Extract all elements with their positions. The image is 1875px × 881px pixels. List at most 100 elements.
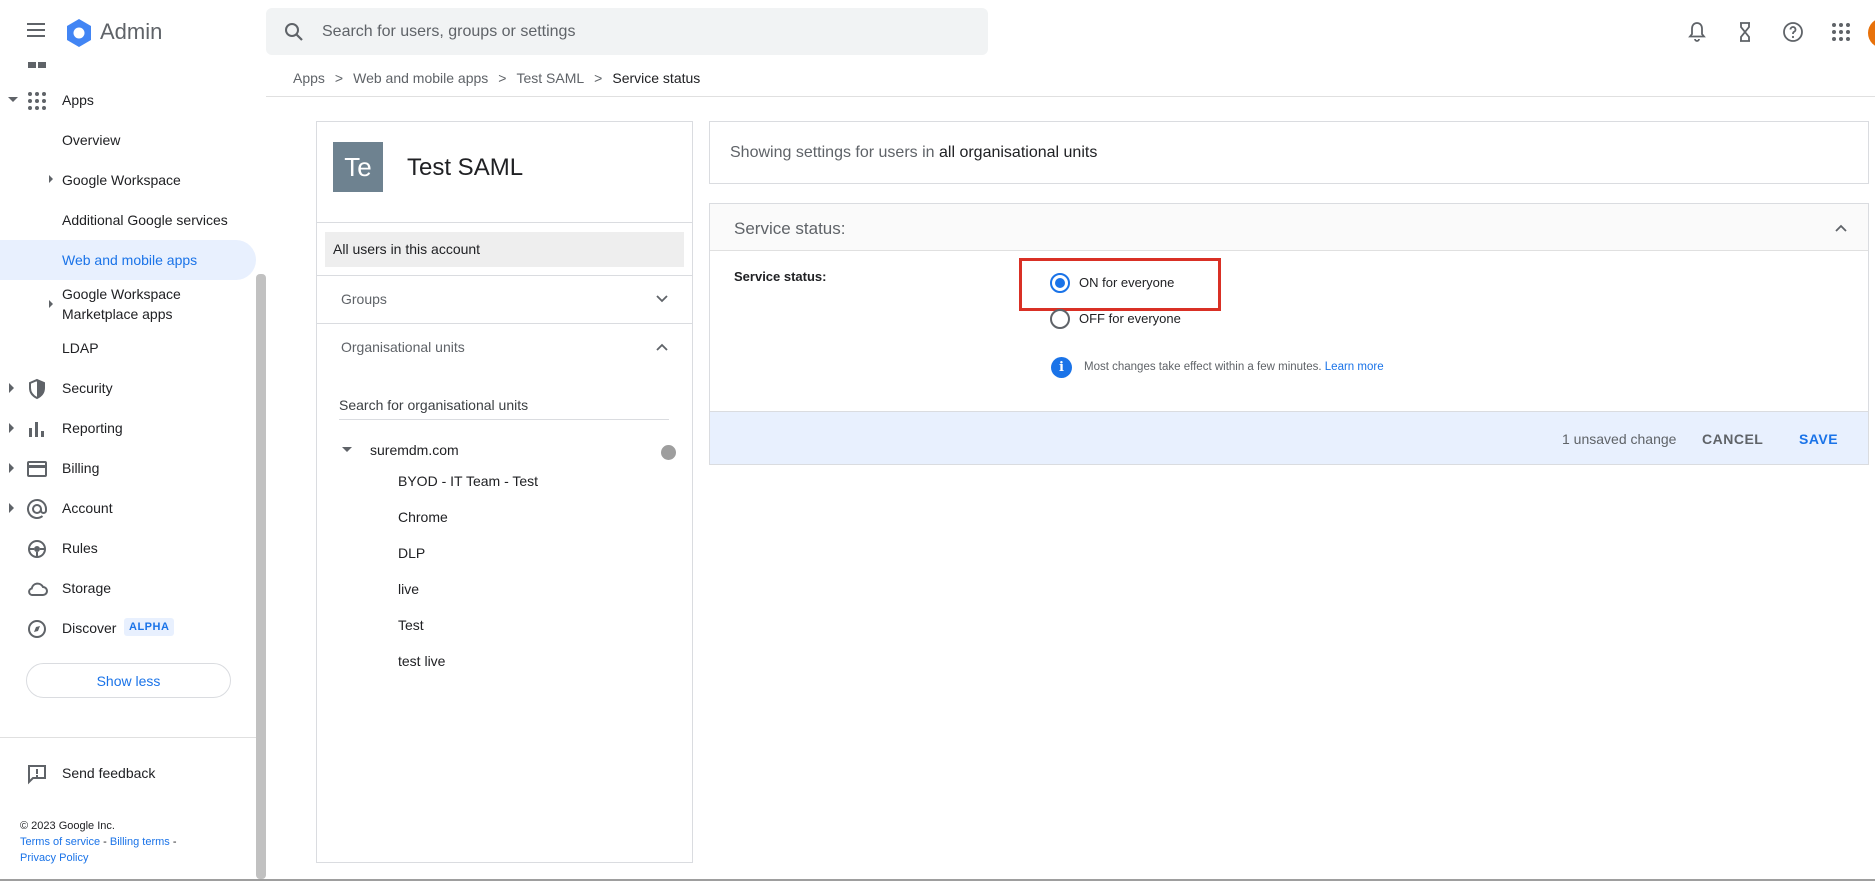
- expand-caret-icon[interactable]: [8, 97, 18, 102]
- menu-icon[interactable]: [24, 20, 48, 44]
- top-bar: Admin: [0, 0, 1875, 64]
- sidebar-item-apps[interactable]: Apps: [0, 80, 256, 120]
- cloud-icon: [28, 582, 48, 596]
- learn-more-link[interactable]: Learn more: [1325, 361, 1384, 373]
- rules-icon: [28, 540, 46, 558]
- sidebar-item-account[interactable]: Account: [0, 488, 256, 528]
- org-unit-label: suremdm.com: [370, 442, 459, 458]
- groups-accordion[interactable]: Groups: [317, 276, 692, 322]
- expand-caret-icon[interactable]: [49, 300, 53, 308]
- scope-text: Showing settings for users in all organi…: [730, 144, 1097, 162]
- privacy-policy-link[interactable]: Privacy Policy: [20, 852, 88, 864]
- sidebar-item-billing[interactable]: Billing: [0, 448, 256, 488]
- alpha-badge: ALPHA: [124, 618, 175, 636]
- chevron-up-icon[interactable]: [1834, 221, 1848, 235]
- search-input[interactable]: [322, 8, 962, 55]
- feedback-icon: [28, 765, 46, 785]
- save-button[interactable]: SAVE: [1787, 422, 1850, 456]
- sidebar-item-storage[interactable]: Storage: [0, 568, 256, 608]
- compass-icon: [28, 620, 46, 638]
- breadcrumb: Apps > Web and mobile apps > Test SAML >…: [293, 70, 700, 86]
- org-unit-search-input[interactable]: [339, 390, 669, 420]
- sidebar-item-label: Overview: [62, 132, 121, 148]
- admin-logo-icon[interactable]: [64, 18, 94, 48]
- sidebar-item-rules[interactable]: Rules: [0, 528, 256, 568]
- sidebar-item-overview[interactable]: Overview: [0, 120, 256, 160]
- org-unit-item[interactable]: live: [398, 581, 419, 597]
- radio-off[interactable]: [1050, 309, 1070, 329]
- divider: [317, 222, 692, 223]
- avatar[interactable]: [1868, 18, 1875, 48]
- sidebar-item-label: Discover: [62, 620, 117, 636]
- org-units-accordion[interactable]: Organisational units: [317, 324, 692, 370]
- service-status-card: Service status: Service status: ON for e…: [709, 203, 1869, 465]
- cancel-button[interactable]: CANCEL: [1690, 422, 1775, 456]
- org-tree-root[interactable]: suremdm.com: [317, 433, 692, 467]
- sidebar-item-discover[interactable]: Discover ALPHA: [0, 608, 256, 648]
- org-unit-item[interactable]: Chrome: [398, 509, 448, 525]
- help-icon[interactable]: [1781, 20, 1805, 44]
- sidebar-item-additional-services[interactable]: Additional Google services: [0, 200, 256, 240]
- sidebar-item-label: Google Workspace Marketplace apps: [62, 286, 181, 322]
- breadcrumb-web-mobile-apps[interactable]: Web and mobile apps: [353, 70, 488, 86]
- save-bar: 1 unsaved change CANCEL SAVE: [710, 411, 1868, 464]
- expand-caret-icon[interactable]: [49, 175, 53, 183]
- sidebar-item-web-mobile-apps[interactable]: Web and mobile apps: [0, 240, 256, 280]
- radio-label: OFF for everyone: [1079, 311, 1181, 326]
- radio-on[interactable]: [1050, 273, 1070, 293]
- org-unit-item[interactable]: BYOD - IT Team - Test: [398, 473, 538, 489]
- sidebar: Apps Overview Google Workspace Additiona…: [0, 56, 256, 881]
- collapse-caret-icon[interactable]: [342, 447, 352, 452]
- expand-caret-icon[interactable]: [9, 383, 14, 393]
- sidebar-item-label: Send feedback: [62, 765, 156, 781]
- info-text: Most changes take effect within a few mi…: [1084, 361, 1384, 373]
- info-message: Most changes take effect within a few mi…: [1084, 361, 1322, 373]
- sidebar-scrollbar[interactable]: [256, 274, 266, 879]
- scope-prefix: Showing settings for users in: [730, 144, 935, 161]
- chevron-up-icon[interactable]: [656, 341, 668, 353]
- terms-link[interactable]: Terms of service: [20, 836, 100, 848]
- credit-card-icon: [27, 461, 47, 477]
- app-name[interactable]: Admin: [100, 19, 162, 45]
- all-users-item[interactable]: All users in this account: [325, 232, 684, 267]
- sidebar-item-security[interactable]: Security: [0, 368, 256, 408]
- breadcrumb-separator: >: [594, 70, 603, 86]
- show-less-button[interactable]: Show less: [26, 663, 231, 698]
- apps-grid-icon[interactable]: [1829, 20, 1853, 44]
- link-separator: -: [103, 836, 107, 848]
- status-dot-icon: [661, 445, 676, 460]
- org-unit-item[interactable]: test live: [398, 653, 445, 669]
- expand-caret-icon[interactable]: [9, 423, 14, 433]
- org-unit-item[interactable]: Test: [398, 617, 424, 633]
- link-separator: -: [172, 836, 177, 848]
- section-title: Service status:: [734, 219, 846, 238]
- service-status-header[interactable]: Service status:: [710, 204, 1868, 251]
- sidebar-item-devices[interactable]: [0, 56, 256, 78]
- breadcrumb-test-saml[interactable]: Test SAML: [516, 70, 584, 86]
- hourglass-icon[interactable]: [1733, 20, 1757, 44]
- groups-label: Groups: [341, 291, 387, 307]
- send-feedback-button[interactable]: Send feedback: [0, 753, 256, 793]
- sidebar-item-google-workspace[interactable]: Google Workspace: [0, 160, 256, 200]
- breadcrumb-apps[interactable]: Apps: [293, 70, 325, 86]
- notifications-icon[interactable]: [1685, 20, 1709, 44]
- org-unit-item[interactable]: DLP: [398, 545, 425, 561]
- sidebar-divider: [0, 737, 256, 738]
- devices-icon: [28, 62, 46, 68]
- billing-terms-link[interactable]: Billing terms: [110, 836, 170, 848]
- unsaved-changes-text: 1 unsaved change: [1562, 431, 1677, 447]
- expand-caret-icon[interactable]: [9, 503, 14, 513]
- sidebar-item-label: Storage: [62, 580, 112, 596]
- sidebar-item-reporting[interactable]: Reporting: [0, 408, 256, 448]
- search-icon[interactable]: [282, 20, 306, 44]
- breadcrumb-separator: >: [334, 70, 344, 86]
- sidebar-item-marketplace-apps[interactable]: Google Workspace Marketplace apps: [0, 280, 256, 328]
- sidebar-item-ldap[interactable]: LDAP: [0, 328, 256, 368]
- search-bar[interactable]: [266, 8, 988, 55]
- breadcrumb-current: Service status: [612, 70, 701, 86]
- app-org-panel: Te Test SAML All users in this account G…: [316, 121, 693, 863]
- expand-caret-icon[interactable]: [9, 463, 14, 473]
- chevron-down-icon[interactable]: [656, 293, 668, 305]
- apps-grid-icon: [28, 92, 46, 110]
- bar-chart-icon: [29, 422, 44, 437]
